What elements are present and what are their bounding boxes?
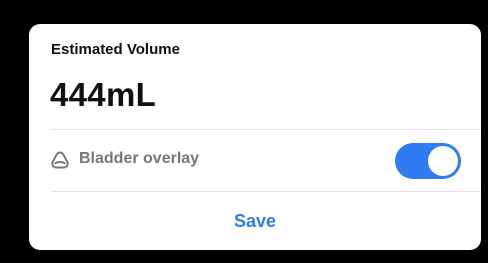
- volume-card: Estimated Volume 444mL Bladder overlay S…: [29, 24, 481, 250]
- bladder-overlay-row: Bladder overlay: [29, 130, 481, 191]
- save-button[interactable]: Save: [29, 192, 481, 250]
- estimated-volume-label: Estimated Volume: [51, 41, 180, 58]
- bladder-icon: [50, 150, 70, 170]
- toggle-knob: [428, 146, 458, 176]
- estimated-volume-value: 444mL: [50, 76, 157, 113]
- bladder-overlay-toggle[interactable]: [395, 143, 461, 179]
- bladder-overlay-label: Bladder overlay: [79, 150, 200, 167]
